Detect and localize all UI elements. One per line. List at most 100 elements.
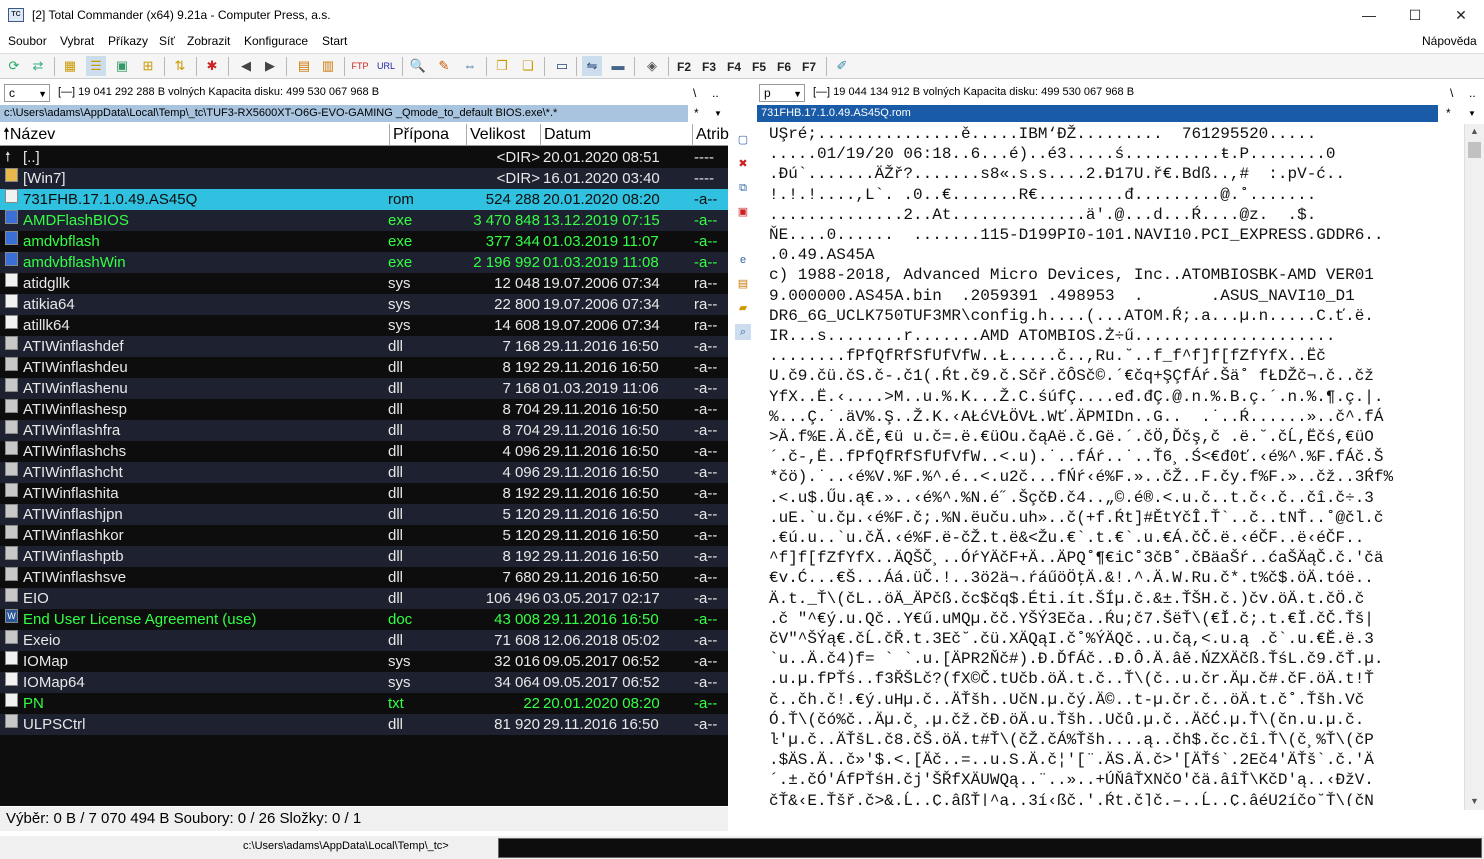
menu-konfigurace[interactable]: Konfigurace [244, 34, 308, 48]
close-button[interactable]: ✕ [1438, 0, 1484, 30]
tree-view-icon[interactable]: ⊞ [138, 56, 158, 76]
file-row[interactable]: ATIWinflashdeu dll 8 192 29.11.2016 16:50 -a… [0, 357, 728, 378]
new-file-icon[interactable]: ▣ [735, 204, 751, 220]
f4-button[interactable]: F4 [727, 57, 741, 77]
file-row[interactable]: PN txt 22 20.01.2020 08:20 -a-- [0, 693, 728, 714]
multi-rename-icon[interactable]: ✎ [434, 56, 454, 76]
f6-button[interactable]: F6 [777, 57, 791, 77]
file-row[interactable]: atikia64 sys 22 800 19.07.2006 07:34 ra-- [0, 294, 728, 315]
column-date[interactable]: Datum [541, 124, 693, 146]
forward-arrow-icon[interactable]: ▶ [260, 56, 280, 76]
menu-zobrazit[interactable]: Zobrazit [187, 34, 230, 48]
menu-soubor[interactable]: Soubor [8, 34, 47, 48]
new-folder-icon[interactable]: ▰ [735, 300, 751, 316]
copy-file-icon[interactable]: ▢ [735, 132, 751, 148]
sync-icon[interactable]: ⇄ [28, 56, 48, 76]
menu-sit[interactable]: Síť [159, 34, 175, 48]
file-row[interactable]: ATIWinflashchs dll 4 096 29.11.2016 16:50 -a… [0, 441, 728, 462]
column-size[interactable]: Velikost [467, 124, 541, 146]
file-row[interactable]: ATIWinflashdef dll 7 168 29.11.2016 16:50 -a… [0, 336, 728, 357]
minimize-button[interactable]: — [1346, 0, 1392, 30]
invert-selection-icon[interactable]: ✱ [202, 56, 222, 76]
f3-button[interactable]: F3 [702, 57, 716, 77]
file-row[interactable]: ATIWinflashcht dll 4 096 29.11.2016 16:50 -a… [0, 462, 728, 483]
file-row[interactable]: W End User License Agreement (use) doc 43 0… [0, 609, 728, 630]
copy-names-icon[interactable]: ❐ [492, 56, 512, 76]
column-name[interactable]: 🠕Název [0, 124, 390, 146]
right-drive-select[interactable]: p ▼ [759, 84, 805, 102]
file-row[interactable]: atillk64 sys 14 608 19.07.2006 07:34 ra-- [0, 315, 728, 336]
root-dir-button[interactable]: \ [1450, 86, 1453, 100]
unpack-icon[interactable]: ▥ [318, 56, 338, 76]
refresh-icon[interactable]: ⟳ [4, 56, 24, 76]
f7-button[interactable]: F7 [802, 57, 816, 77]
file-row[interactable]: 731FHB.17.1.0.49.AS45Q rom 524 288 20.01.20… [0, 189, 728, 210]
url-icon[interactable]: URL [376, 56, 396, 76]
right-history-star[interactable]: * [1446, 105, 1451, 122]
menu-prikazy[interactable]: Příkazy [108, 34, 148, 48]
full-view-icon[interactable]: ☰ [86, 56, 106, 76]
move-file-icon[interactable]: ⧉ [735, 180, 751, 196]
copy-paths-icon[interactable]: ❏ [518, 56, 538, 76]
file-row[interactable]: ATIWinflashsve dll 7 680 29.11.2016 16:50 -a… [0, 567, 728, 588]
lister-search-icon[interactable]: ⌕ [735, 324, 751, 340]
delete-file-icon[interactable]: ✖ [735, 156, 751, 172]
view-mode-icon[interactable]: ▭ [552, 56, 572, 76]
parent-dir-button[interactable]: .. [712, 86, 719, 100]
root-dir-button[interactable]: \ [693, 86, 696, 100]
right-history-dropdown[interactable]: ▼ [1468, 105, 1476, 122]
compare-icon[interactable]: ⇔ [460, 56, 480, 76]
file-row[interactable]: ATIWinflashita dll 8 192 29.11.2016 16:50 -a… [0, 483, 728, 504]
scroll-thumb[interactable] [1468, 142, 1481, 158]
file-row[interactable]: ATIWinflashfra dll 8 704 29.11.2016 16:50 -a… [0, 420, 728, 441]
file-row[interactable]: ATIWinflashptb dll 8 192 29.11.2016 16:50 -a… [0, 546, 728, 567]
file-size: 7 168 [502, 380, 540, 397]
lister-scrollbar[interactable]: ▲ ▼ [1464, 124, 1484, 810]
file-row[interactable]: [Win7] <DIR> 16.01.2020 03:40 ---- [0, 168, 728, 189]
menu-start[interactable]: Start [322, 34, 347, 48]
left-history-dropdown[interactable]: ▼ [714, 105, 722, 122]
scroll-down-icon[interactable]: ▼ [1470, 796, 1479, 806]
parent-dir-button[interactable]: .. [1469, 86, 1476, 100]
menu-napoveda[interactable]: Nápověda [1422, 34, 1477, 48]
sort-icon[interactable]: ⇅ [170, 56, 190, 76]
file-row[interactable]: atidgllk sys 12 048 19.07.2006 07:34 ra-- [0, 273, 728, 294]
file-row[interactable]: EIO dll 106 496 03.05.2017 02:17 -a-- [0, 588, 728, 609]
column-attributes[interactable]: Atrib [693, 124, 729, 146]
left-drive-select[interactable]: c ▼ [4, 84, 50, 102]
left-path[interactable]: c:\Users\adams\AppData\Local\Temp\_tc\TU… [0, 105, 688, 122]
f2-button[interactable]: F2 [677, 57, 691, 77]
file-row[interactable]: Exeio dll 71 608 12.06.2018 05:02 -a-- [0, 630, 728, 651]
search-icon[interactable]: 🔍 [408, 56, 428, 76]
back-arrow-icon[interactable]: ◀ [236, 56, 256, 76]
column-extension[interactable]: Přípona [390, 124, 467, 146]
file-row[interactable]: 🠕 [..] <DIR> 20.01.2020 08:51 ---- [0, 147, 728, 168]
file-row[interactable]: amdvbflash exe 377 344 01.03.2019 11:07 -a-- [0, 231, 728, 252]
file-row[interactable]: AMDFlashBIOS exe 3 470 848 13.12.2019 07:15… [0, 210, 728, 231]
left-history-star[interactable]: * [694, 105, 699, 122]
internet-explorer-icon[interactable]: e [735, 252, 751, 268]
package-icon[interactable]: ◈ [642, 56, 662, 76]
file-row[interactable]: ATIWinflashkor dll 5 120 29.11.2016 16:50 -a… [0, 525, 728, 546]
right-path[interactable]: 731FHB.17.1.0.49.AS45Q.rom [757, 105, 1438, 122]
f5-button[interactable]: F5 [752, 57, 766, 77]
file-row[interactable]: ATIWinflashesp dll 8 704 29.11.2016 16:50 -a… [0, 399, 728, 420]
maximize-button[interactable]: ☐ [1392, 0, 1438, 30]
notepad-icon[interactable]: ✐ [832, 56, 852, 76]
ftp-icon[interactable]: FTP [350, 56, 370, 76]
pack-icon[interactable]: ▤ [294, 56, 314, 76]
screen-icon[interactable]: ▬ [608, 56, 628, 76]
file-row[interactable]: ATIWinflashjpn dll 5 120 29.11.2016 16:50 -a… [0, 504, 728, 525]
file-row[interactable]: amdvbflashWin exe 2 196 992 01.03.2019 11:0… [0, 252, 728, 273]
command-line-input[interactable] [498, 838, 1482, 858]
brief-view-icon[interactable]: ▦ [60, 56, 80, 76]
file-row[interactable]: ATIWinflashenu dll 7 168 01.03.2019 11:06 -a… [0, 378, 728, 399]
connection-icon[interactable]: ⇋ [582, 56, 602, 76]
scroll-up-icon[interactable]: ▲ [1470, 126, 1479, 136]
menu-vybrat[interactable]: Vybrat [60, 34, 94, 48]
file-row[interactable]: IOMap64 sys 34 064 09.05.2017 06:52 -a-- [0, 672, 728, 693]
thumbnail-view-icon[interactable]: ▣ [112, 56, 132, 76]
file-row[interactable]: IOMap sys 32 016 09.05.2017 06:52 -a-- [0, 651, 728, 672]
archive-icon[interactable]: ▤ [735, 276, 751, 292]
file-row[interactable]: ULPSCtrl dll 81 920 29.11.2016 16:50 -a-- [0, 714, 728, 735]
